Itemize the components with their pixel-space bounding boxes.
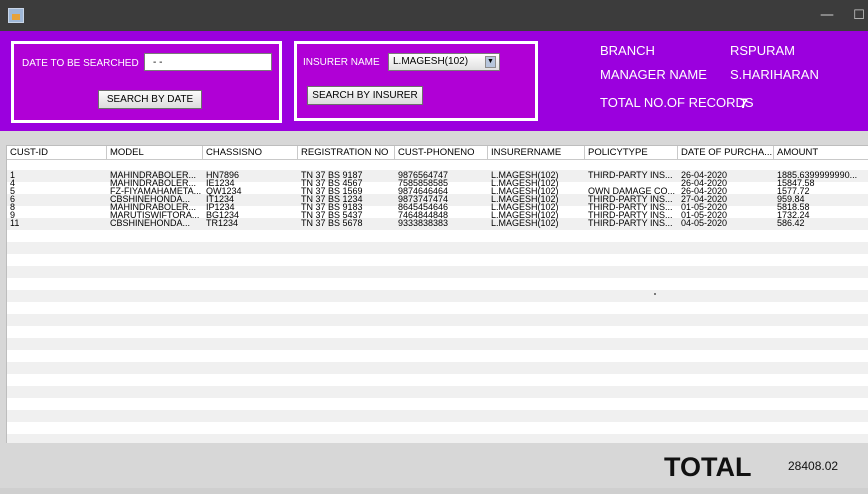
insurer-search-group: INSURER NAME L.MAGESH(102) ▼ SEARCH BY I… [294,41,538,121]
column-header[interactable]: REGISTRATION NO [298,146,395,160]
chevron-down-icon[interactable]: ▼ [485,56,496,68]
column-header[interactable]: POLICYTYPE [585,146,678,160]
table-header: CUST-ID MODEL CHASSISNO REGISTRATION NO CUST… [7,146,868,160]
search-by-date-button[interactable]: SEARCH BY DATE [98,90,202,109]
date-input[interactable] [144,53,272,71]
table-cell: THIRD-PARTY INS... [588,219,673,228]
branch-value: RSPURAM [730,43,796,58]
table-cell: TR1234 [206,219,239,228]
table-cell: 9333838383 [398,219,449,228]
stray-dot [654,293,656,295]
date-label: DATE TO BE SEARCHED [22,58,139,69]
insurer-select[interactable]: L.MAGESH(102) ▼ [388,53,500,71]
manager-label: MANAGER NAME [600,67,707,82]
search-by-insurer-button[interactable]: SEARCH BY INSURER [307,86,423,105]
column-header[interactable]: AMOUNT [774,146,868,160]
column-header[interactable]: CUST-PHONENO [395,146,488,160]
window-titlebar: — ☐ ✕ [0,0,868,31]
taskbar-edge [0,488,868,494]
table-cell: CBSHINEHONDA... [110,219,191,228]
table-cell: 586.42 [777,219,805,228]
java-app-icon [8,8,24,23]
total-label: TOTAL [664,452,752,482]
insurer-selected-value: L.MAGESH(102) [393,56,469,67]
manager-value: S.HARIHARAN [730,67,819,82]
table-cell: 04-05-2020 [681,219,728,228]
insurer-label: INSURER NAME [303,57,380,68]
column-header[interactable]: CUST-ID [7,146,107,160]
total-records-label: TOTAL NO.OF RECORDS [600,95,754,110]
date-search-group: DATE TO BE SEARCHED SEARCH BY DATE [11,41,282,123]
table-cell: TN 37 BS 5678 [301,219,363,228]
maximize-button[interactable]: ☐ [839,0,868,31]
table-cell: L.MAGESH(102) [491,219,559,228]
table-cell: 11 [10,219,20,228]
column-header[interactable]: DATE OF PURCHA... [678,146,774,160]
table-row[interactable]: 11 CBSHINEHONDA... TR1234 TN 37 BS 5678 9333… [7,219,868,228]
total-records-value: 7 [740,95,748,111]
column-header[interactable]: MODEL [107,146,203,160]
column-header[interactable]: CHASSISNO [203,146,298,160]
header-panel: DATE TO BE SEARCHED SEARCH BY DATE INSUR… [0,31,868,131]
records-table: CUST-ID MODEL CHASSISNO REGISTRATION NO CUST… [6,145,868,443]
total-value: 28408.02 [788,459,839,473]
branch-label: BRANCH [600,43,655,58]
column-header[interactable]: INSURERNAME [488,146,585,160]
